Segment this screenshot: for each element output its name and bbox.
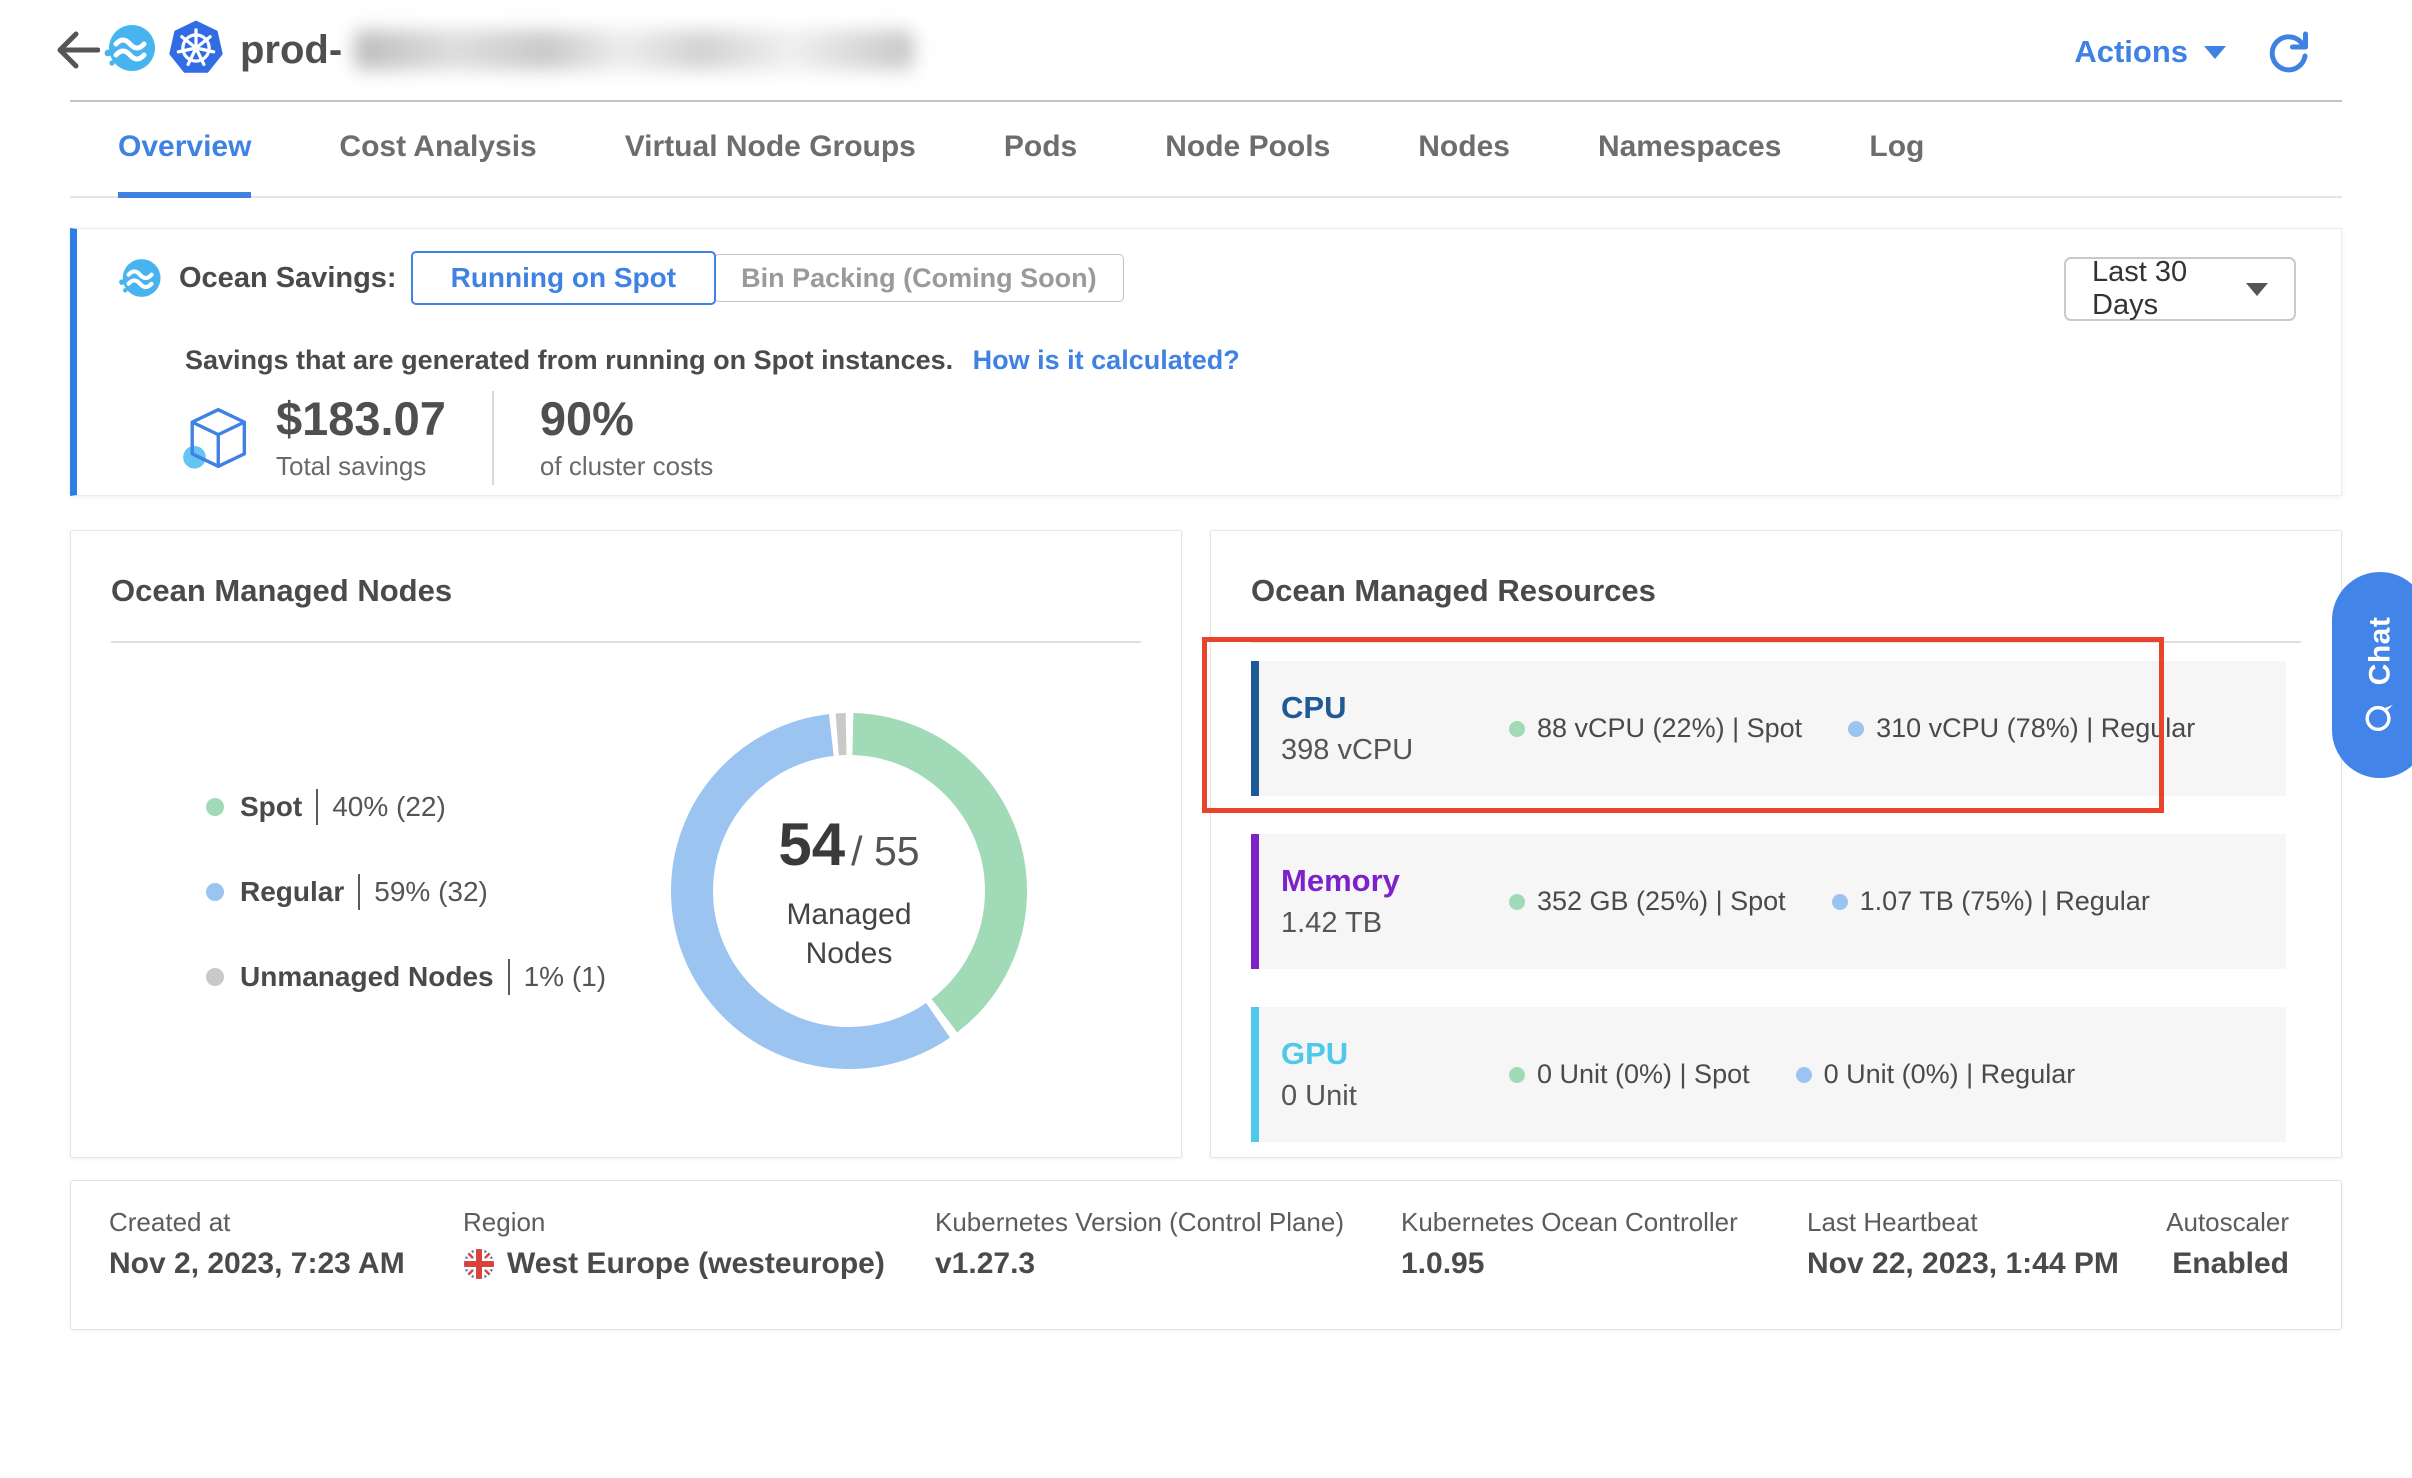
refresh-icon[interactable] bbox=[2264, 28, 2312, 76]
card-divider bbox=[111, 641, 1141, 643]
legend-value: 40% (22) bbox=[316, 789, 446, 825]
cluster-info-footer: Created at Nov 2, 2023, 7:23 AM Region W… bbox=[70, 1180, 2342, 1330]
running-on-spot-toggle[interactable]: Running on Spot bbox=[411, 251, 717, 305]
resource-total: 1.42 TB bbox=[1281, 907, 1481, 940]
legend-item-spot: Spot 40% (22) bbox=[206, 787, 606, 827]
back-arrow-icon[interactable] bbox=[56, 30, 100, 70]
legend-item-unmanaged: Unmanaged Nodes 1% (1) bbox=[206, 957, 606, 997]
total-savings-caption: Total savings bbox=[276, 451, 446, 482]
savings-mode-toggle: Running on Spot Bin Packing (Coming Soon… bbox=[411, 251, 1124, 305]
cpu-spot-stat: 88 vCPU (22%) | Spot bbox=[1509, 713, 1802, 744]
tab-overview[interactable]: Overview bbox=[118, 102, 251, 198]
managed-count: 54 bbox=[778, 810, 845, 879]
donut-caption: Managed Nodes bbox=[749, 895, 949, 973]
ocean-wave-icon bbox=[117, 255, 163, 301]
savings-header-row: Ocean Savings: Running on Spot Bin Packi… bbox=[117, 251, 1124, 305]
resource-total: 398 vCPU bbox=[1281, 734, 1481, 767]
legend-value: 1% (1) bbox=[508, 959, 606, 995]
savings-description-row: Savings that are generated from running … bbox=[185, 345, 1240, 376]
region-value: West Europe (westeurope) bbox=[507, 1247, 885, 1281]
managed-resources-title: Ocean Managed Resources bbox=[1251, 573, 1656, 609]
actions-button[interactable]: Actions bbox=[2074, 34, 2226, 70]
cluster-name-redacted bbox=[354, 30, 914, 70]
unmanaged-dot-icon bbox=[206, 968, 224, 986]
spot-dot-icon bbox=[1509, 894, 1525, 910]
regular-dot-icon bbox=[206, 883, 224, 901]
total-savings-value: $183.07 bbox=[276, 394, 446, 443]
chat-bubble-icon bbox=[2364, 701, 2396, 733]
memory-spot-stat: 352 GB (25%) | Spot bbox=[1509, 886, 1786, 917]
cluster-name-prefix: prod- bbox=[240, 28, 342, 73]
how-calculated-link[interactable]: How is it calculated? bbox=[973, 345, 1240, 375]
cost-percent-value: 90% bbox=[540, 394, 713, 443]
chevron-down-icon bbox=[2204, 46, 2226, 59]
nodes-legend: Spot 40% (22) Regular 59% (32) Unmanaged… bbox=[206, 787, 606, 1042]
total-savings-metric: $183.07 Total savings bbox=[276, 394, 446, 482]
gpu-spot-stat: 0 Unit (0%) | Spot bbox=[1509, 1059, 1750, 1090]
regular-dot-icon bbox=[1832, 894, 1848, 910]
cpu-regular-stat: 310 vCPU (78%) | Regular bbox=[1848, 713, 2195, 744]
ocean-savings-banner: Ocean Savings: Running on Spot Bin Packi… bbox=[70, 228, 2342, 496]
chat-button[interactable]: Chat bbox=[2332, 572, 2412, 778]
gpu-regular-stat: 0 Unit (0%) | Regular bbox=[1796, 1059, 2076, 1090]
memory-regular-stat: 1.07 TB (75%) | Regular bbox=[1832, 886, 2150, 917]
tab-log[interactable]: Log bbox=[1869, 102, 1924, 198]
regular-dot-icon bbox=[1796, 1067, 1812, 1083]
legend-label: Unmanaged Nodes bbox=[240, 961, 494, 993]
legend-value: 59% (32) bbox=[358, 874, 488, 910]
page-title: prod- bbox=[240, 22, 914, 78]
donut-center-label: 54 / 55 Managed Nodes bbox=[649, 691, 1049, 1091]
header: prod- Actions bbox=[0, 0, 2412, 100]
tab-cost-analysis[interactable]: Cost Analysis bbox=[339, 102, 536, 198]
legend-label: Spot bbox=[240, 791, 302, 823]
tab-pods[interactable]: Pods bbox=[1004, 102, 1077, 198]
cube-3d-icon bbox=[182, 404, 250, 472]
resource-row-cpu: CPU 398 vCPU 88 vCPU (22%) | Spot 310 vC… bbox=[1251, 661, 2286, 796]
kubernetes-icon bbox=[166, 18, 226, 78]
managed-nodes-card: Ocean Managed Nodes Spot 40% (22) Regula… bbox=[70, 530, 1182, 1158]
cpu-accent-bar bbox=[1251, 661, 1259, 796]
period-select[interactable]: Last 30 Days bbox=[2064, 257, 2296, 321]
resource-name: GPU bbox=[1281, 1036, 1481, 1072]
actions-label: Actions bbox=[2074, 34, 2188, 70]
chevron-down-icon bbox=[2246, 283, 2268, 296]
resource-total: 0 Unit bbox=[1281, 1080, 1481, 1113]
savings-label: Ocean Savings: bbox=[179, 262, 397, 295]
chat-label: Chat bbox=[2363, 617, 2397, 686]
resource-row-memory: Memory 1.42 TB 352 GB (25%) | Spot 1.07 … bbox=[1251, 834, 2286, 969]
savings-description: Savings that are generated from running … bbox=[185, 345, 953, 375]
resource-name: Memory bbox=[1281, 863, 1481, 899]
tab-bar: Overview Cost Analysis Virtual Node Grou… bbox=[70, 102, 2342, 198]
resource-rows: CPU 398 vCPU 88 vCPU (22%) | Spot 310 vC… bbox=[1251, 661, 2286, 1180]
savings-metrics-row: $183.07 Total savings 90% of cluster cos… bbox=[182, 391, 713, 485]
cost-percent-caption: of cluster costs bbox=[540, 451, 713, 482]
legend-item-regular: Regular 59% (32) bbox=[206, 872, 606, 912]
ocean-wave-icon bbox=[102, 20, 158, 76]
managed-resources-card: Ocean Managed Resources CPU 398 vCPU 88 … bbox=[1210, 530, 2342, 1158]
tab-nodes[interactable]: Nodes bbox=[1418, 102, 1510, 198]
period-select-value: Last 30 Days bbox=[2092, 256, 2246, 322]
card-divider bbox=[1251, 641, 2301, 643]
resource-name: CPU bbox=[1281, 690, 1481, 726]
spot-dot-icon bbox=[1509, 1067, 1525, 1083]
bin-packing-toggle[interactable]: Bin Packing (Coming Soon) bbox=[714, 254, 1124, 302]
managed-nodes-title: Ocean Managed Nodes bbox=[111, 573, 452, 609]
tab-virtual-node-groups[interactable]: Virtual Node Groups bbox=[625, 102, 916, 198]
memory-accent-bar bbox=[1251, 834, 1259, 969]
tab-namespaces[interactable]: Namespaces bbox=[1598, 102, 1781, 198]
legend-label: Regular bbox=[240, 876, 344, 908]
tab-node-pools[interactable]: Node Pools bbox=[1165, 102, 1330, 198]
resource-row-gpu: GPU 0 Unit 0 Unit (0%) | Spot 0 Unit (0%… bbox=[1251, 1007, 2286, 1142]
gpu-accent-bar bbox=[1251, 1007, 1259, 1142]
spot-dot-icon bbox=[206, 798, 224, 816]
metric-divider bbox=[492, 391, 494, 485]
total-count: / 55 bbox=[851, 828, 919, 875]
uk-flag-icon bbox=[463, 1248, 495, 1280]
regular-dot-icon bbox=[1848, 721, 1864, 737]
cost-percent-metric: 90% of cluster costs bbox=[540, 394, 713, 482]
spot-dot-icon bbox=[1509, 721, 1525, 737]
